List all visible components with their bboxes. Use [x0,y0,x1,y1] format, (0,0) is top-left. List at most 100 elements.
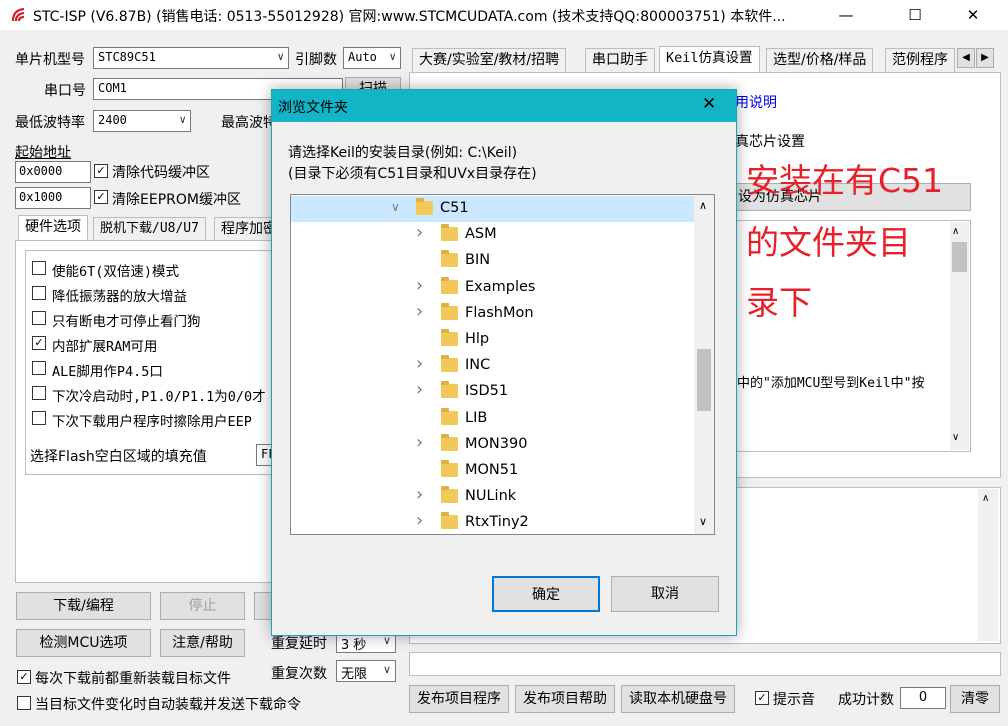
chevron-right-icon[interactable]: › [416,301,423,322]
ok-button[interactable]: 确定 [492,576,600,612]
download-program-button[interactable]: 下载/编程 [16,592,151,620]
folder-item[interactable]: › ISD51 [291,379,695,405]
close-icon[interactable]: ✕ [950,0,996,30]
cancel-button[interactable]: 取消 [611,576,719,612]
chevron-down-icon[interactable]: ∨ [391,200,400,214]
eeprom-address-input[interactable]: 0x1000 [15,187,91,209]
min-baud-select[interactable]: 2400 ∨ [93,110,191,132]
annotation-line-2: 的文件夹目 [746,223,911,262]
scrollbar-thumb[interactable] [952,242,967,272]
tab-hardware-options[interactable]: 硬件选项 [18,215,88,241]
folder-item[interactable]: MON51 [291,458,695,484]
info-scrollbar[interactable]: ∧ ∨ [950,222,969,450]
tab-selection-price[interactable]: 选型/价格/样品 [766,48,874,72]
pin-count-value: Auto [348,50,377,64]
option-checkbox[interactable] [32,411,46,425]
folder-item[interactable]: Hlp [291,327,695,353]
folder-icon [441,460,458,477]
clear-count-button[interactable]: 清零 [950,685,1000,713]
tab-offline-download[interactable]: 脱机下载/U8/U7 [93,217,206,241]
folder-name: MON51 [465,462,519,478]
option-checkbox[interactable] [32,286,46,300]
prompt-sound-label: 提示音 [773,692,815,708]
option-checkbox[interactable] [32,361,46,375]
option-checkbox[interactable] [32,386,46,400]
notice-help-button[interactable]: 注意/帮助 [160,629,245,657]
folder-name: Examples [465,278,536,295]
chevron-right-icon[interactable]: › [416,510,423,531]
chevron-right-icon[interactable]: › [416,484,423,505]
repeat-delay-label: 重复延时 [271,636,327,652]
chevron-right-icon[interactable]: › [416,222,423,243]
clear-eeprom-checkbox[interactable]: ✓ [94,190,108,204]
folder-item[interactable]: › RtxTiny2 [291,510,695,534]
folder-item[interactable]: LIB [291,406,695,432]
tab-contest-lab[interactable]: 大赛/实验室/教材/招聘 [412,48,567,72]
tab-scroll-left-icon[interactable]: ◀ [957,48,975,68]
chevron-right-icon[interactable]: › [416,275,423,296]
tab-serial-assistant[interactable]: 串口助手 [585,48,655,72]
folder-icon [441,512,458,530]
chevron-right-icon[interactable]: › [416,432,423,453]
option-row[interactable]: ✓ 内部扩展RAM可用 [30,334,274,356]
annotation-line-3: 录下 [746,283,812,322]
repeat-count-select[interactable]: 无限 ∨ [336,660,396,682]
usage-link[interactable]: 用说明 [735,92,777,112]
autoload-label: 当目标文件变化时自动装载并发送下载命令 [35,697,301,713]
folder-name: FlashMon [465,304,534,321]
option-row[interactable]: 下次下载用户程序时擦除用户EEP [30,409,274,431]
min-baud-label: 最低波特率 [15,115,85,131]
scrollbar-thumb[interactable] [697,349,711,411]
chevron-right-icon[interactable]: › [416,379,423,400]
tree-scrollbar[interactable]: ∧ ∨ [694,195,714,534]
pin-count-select[interactable]: Auto ∨ [343,47,401,69]
dialog-close-icon[interactable]: ✕ [702,94,716,114]
hidden-button[interactable] [254,592,272,620]
option-row[interactable]: 下次冷启动时,P1.0/P1.1为0/0才 [30,384,274,406]
code-address-input[interactable]: 0x0000 [15,161,91,183]
folder-item[interactable]: › MON390 [291,432,695,458]
option-row[interactable]: 只有断电才可停止看门狗 [30,309,274,331]
read-disk-button[interactable]: 读取本机硬盘号 [621,685,735,713]
folder-item[interactable]: ∨ C51 [291,196,695,222]
dialog-instruction-line2: (目录下必须有C51目录和UVx目录存在) [288,166,537,182]
option-row[interactable]: 使能6T(双倍速)模式 [30,259,274,281]
pin-count-label: 引脚数 [295,52,337,68]
option-checkbox[interactable] [32,311,46,325]
tab-examples[interactable]: 范例程序 [885,48,955,72]
publish-help-button[interactable]: 发布项目帮助 [515,685,615,713]
clear-code-checkbox[interactable]: ✓ [94,164,108,178]
detect-mcu-button[interactable]: 检测MCU选项 [16,629,151,657]
option-row[interactable]: 降低振荡器的放大增益 [30,284,274,306]
tab-scroll-right-icon[interactable]: ▶ [976,48,994,68]
folder-item[interactable]: › INC [291,353,695,379]
autoload-checkbox[interactable] [17,696,31,710]
maximize-icon[interactable]: ☐ [892,0,938,30]
stop-button[interactable]: 停止 [160,592,245,620]
mcu-type-select[interactable]: STC89C51 ∨ [93,47,289,69]
option-checkbox[interactable]: ✓ [32,336,46,350]
browse-folder-dialog: 浏览文件夹 ✕ 请选择Keil的安装目录(例如: C:\Keil) (目录下必须… [271,89,737,636]
option-row[interactable]: ALE脚用作P4.5口 [30,359,274,381]
folder-item[interactable]: › NULink [291,484,695,510]
tab-keil-simulation[interactable]: Keil仿真设置 [659,46,760,72]
folder-name: INC [465,357,491,374]
folder-item[interactable]: › ASM [291,222,695,248]
chevron-up-icon: ∧ [699,199,708,212]
prompt-sound-checkbox[interactable]: ✓ [755,691,769,705]
minimize-icon[interactable]: — [823,0,869,30]
folder-item[interactable]: › FlashMon [291,301,695,327]
folder-icon [441,250,458,268]
folder-item[interactable]: BIN [291,248,695,274]
chevron-down-icon: ∨ [389,50,396,63]
folder-icon [441,302,458,320]
output-scrollbar[interactable]: ∧ [978,489,998,641]
chevron-right-icon[interactable]: › [416,353,423,374]
chip-settings-label: 真芯片设置 [735,134,805,150]
option-checkbox[interactable] [32,261,46,275]
reload-checkbox[interactable]: ✓ [17,670,31,684]
publish-program-button[interactable]: 发布项目程序 [409,685,509,713]
folder-item[interactable]: › Examples [291,275,695,301]
tab-program-encrypt[interactable]: 程序加密 [214,217,274,241]
folder-name: BIN [465,252,491,269]
